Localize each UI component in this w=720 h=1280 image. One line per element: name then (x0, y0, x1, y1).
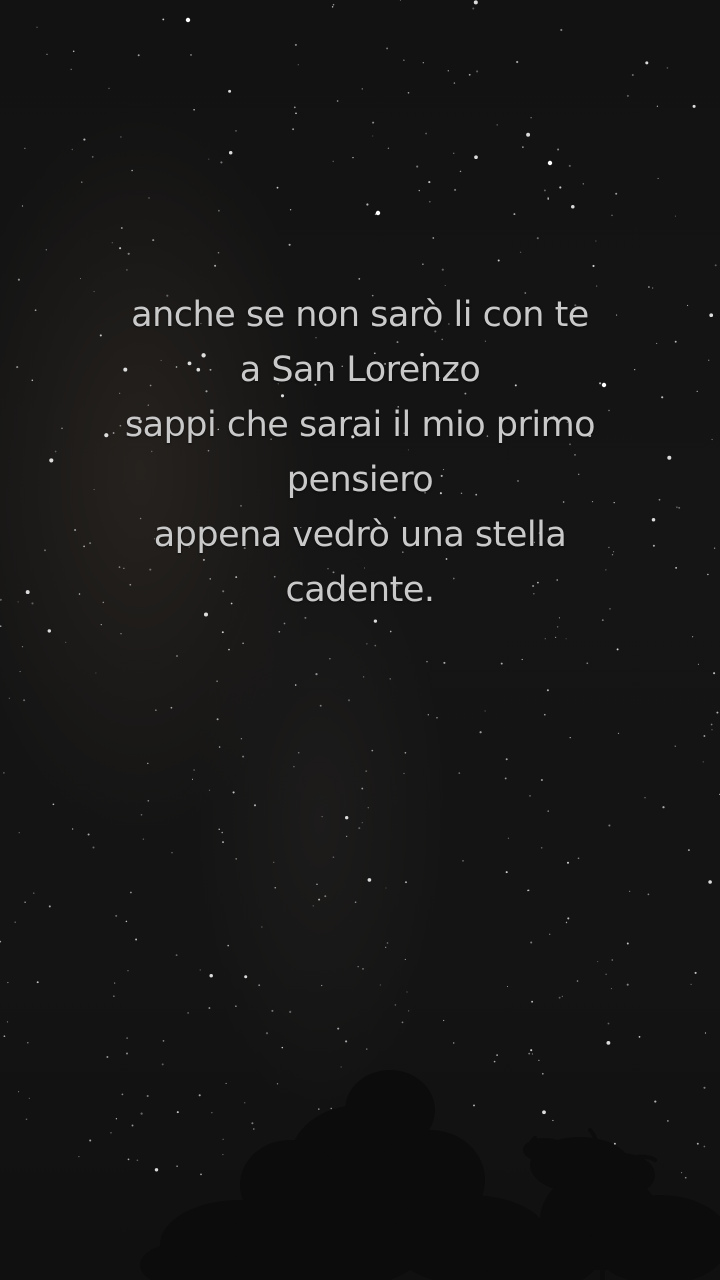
night-sky-background: anche se non sarò li con te a San Lorenz… (0, 0, 720, 1280)
caption-line: pensiero (286, 460, 434, 500)
caption-line: anche se non sarò li con te (131, 295, 589, 335)
caption-line: sappi che sarai il mio primo (124, 405, 596, 445)
caption-text: anche se non sarò li con te a San Lorenz… (40, 288, 680, 618)
tree-silhouettes (140, 1070, 720, 1280)
caption-line: a San Lorenzo (239, 350, 481, 390)
caption-line: appena vedrò una stella (153, 515, 567, 555)
caption-line: cadente. (285, 570, 435, 610)
